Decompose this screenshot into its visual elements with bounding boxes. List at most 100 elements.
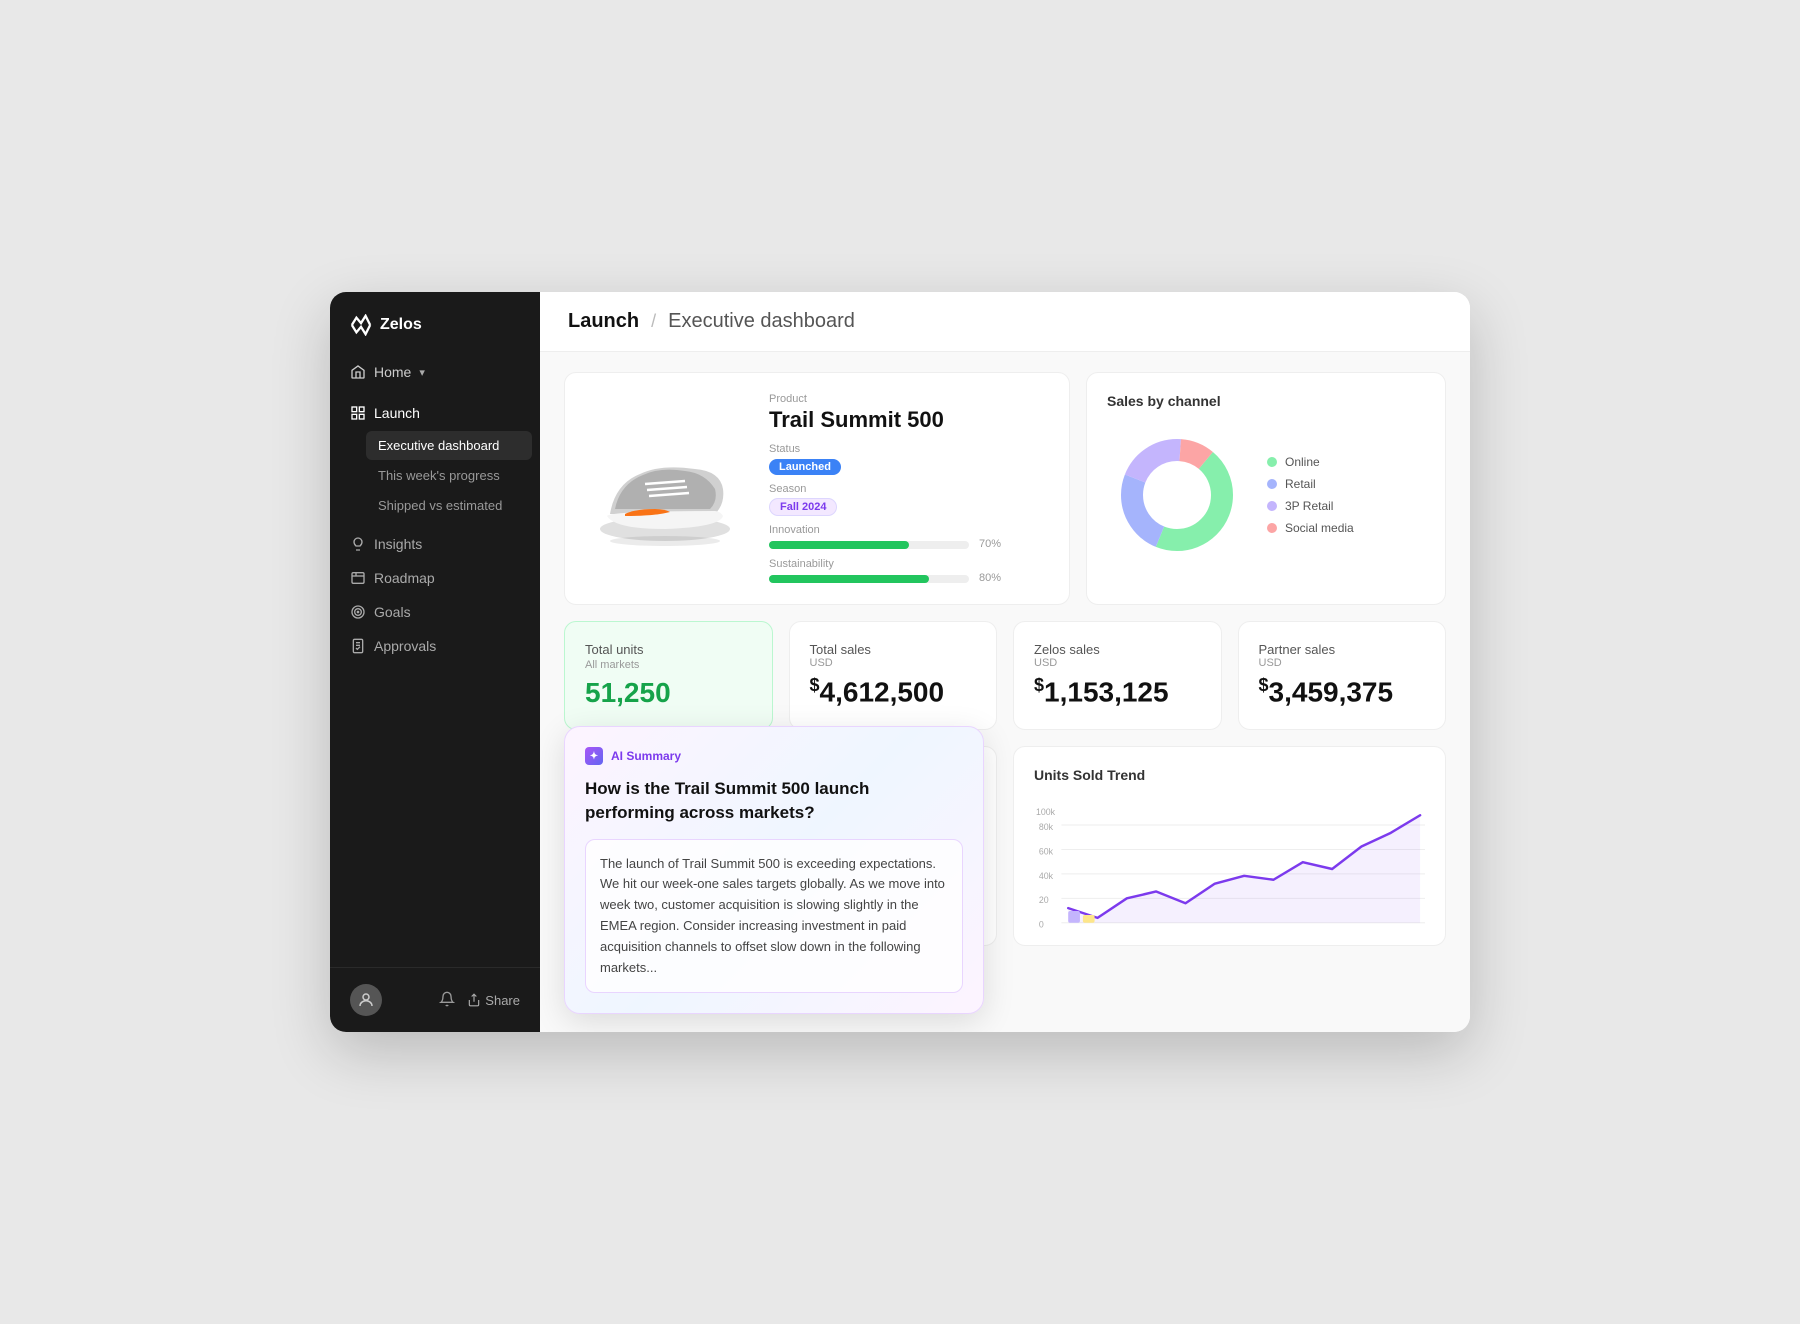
innovation-progress-row: 70% (769, 538, 1049, 550)
approvals-label: Approvals (374, 638, 436, 654)
ai-summary-header: ✦ AI Summary (585, 747, 963, 765)
sustainability-progress-row: 80% (769, 572, 1049, 584)
logo-icon (350, 314, 372, 336)
svg-text:0: 0 (1039, 920, 1044, 930)
sneaker-image (585, 429, 745, 549)
legend-item-online: Online (1267, 455, 1354, 469)
product-card: Product Trail Summit 500 Status Launched… (564, 372, 1070, 605)
ai-answer-box: The launch of Trail Summit 500 is exceed… (585, 839, 963, 994)
ai-icon: ✦ (585, 747, 603, 765)
goals-icon (350, 604, 366, 620)
stat-usd-total-sales: USD (810, 657, 977, 669)
line-chart-title: Units Sold Trend (1034, 767, 1425, 783)
sidebar-item-goals[interactable]: Goals (330, 595, 540, 629)
stat-label-total-units: Total units (585, 642, 752, 657)
sidebar-item-insights[interactable]: Insights (330, 527, 540, 561)
breadcrumb-current: Executive dashboard (668, 310, 855, 333)
approvals-icon (350, 638, 366, 654)
share-label: Share (485, 993, 520, 1008)
svg-text:20: 20 (1039, 895, 1049, 905)
main-content: Launch / Executive dashboard (540, 292, 1470, 1032)
legend-label-3p-retail: 3P Retail (1285, 499, 1333, 513)
season-label: Season (769, 483, 1049, 495)
status-badge: Launched (769, 459, 841, 475)
line-chart-svg: 0 20 40k 60k 80k 100k (1034, 799, 1425, 939)
stat-usd-zelos-sales: USD (1034, 657, 1201, 669)
sidebar-item-launch[interactable]: Launch (330, 396, 540, 430)
goals-label: Goals (374, 604, 411, 620)
charts-row: ✦ AI Summary How is the Trail Summit 500… (564, 746, 1446, 946)
stat-value-partner-sales: $3,459,375 (1259, 675, 1426, 708)
stat-usd-partner-sales: USD (1259, 657, 1426, 669)
topbar: Launch / Executive dashboard (540, 292, 1470, 352)
ai-answer-text: The launch of Trail Summit 500 is exceed… (600, 856, 945, 975)
share-button[interactable]: Share (467, 993, 520, 1008)
roadmap-icon (350, 570, 366, 586)
app-logo: Zelos (330, 292, 540, 354)
home-icon (350, 364, 366, 380)
stat-card-total-units: Total units All markets 51,250 (564, 621, 773, 730)
sidebar: Zelos Home ▾ Launch Executive dashboard … (330, 292, 540, 1032)
innovation-progress-bar (769, 541, 969, 549)
sidebar-sub-launch: Executive dashboard This week's progress… (330, 431, 540, 520)
legend-dot-social (1267, 523, 1277, 533)
ai-summary-popup: ✦ AI Summary How is the Trail Summit 500… (564, 726, 984, 1014)
sustainability-progress-fill (769, 575, 929, 583)
product-label: Product (769, 393, 1049, 405)
sidebar-item-executive-dashboard[interactable]: Executive dashboard (366, 431, 532, 460)
legend-label-online: Online (1285, 455, 1320, 469)
notifications-icon[interactable] (439, 991, 455, 1010)
sidebar-item-shipped-vs-estimated[interactable]: Shipped vs estimated (366, 491, 532, 520)
stat-label-total-sales: Total sales (810, 642, 977, 657)
sidebar-bottom-actions: Share (439, 991, 520, 1010)
svg-text:100k: 100k (1036, 807, 1056, 817)
innovation-label: Innovation (769, 524, 1049, 536)
season-badge: Fall 2024 (769, 498, 837, 516)
legend-item-retail: Retail (1267, 477, 1354, 491)
app-window: Zelos Home ▾ Launch Executive dashboard … (330, 292, 1470, 1032)
sidebar-home[interactable]: Home ▾ (330, 354, 540, 390)
sustainability-label: Sustainability (769, 558, 1049, 570)
launch-label: Launch (374, 405, 420, 421)
sustainability-progress-bar (769, 575, 969, 583)
ai-question: How is the Trail Summit 500 launch perfo… (585, 777, 963, 825)
sidebar-item-weekly-progress[interactable]: This week's progress (366, 461, 532, 490)
donut-chart (1107, 425, 1247, 565)
legend-dot-3p-retail (1267, 501, 1277, 511)
stat-value-zelos-sales: $1,153,125 (1034, 675, 1201, 708)
svg-text:80k: 80k (1039, 822, 1054, 832)
legend-label-social: Social media (1285, 521, 1354, 535)
stat-card-total-sales: Total sales USD $4,612,500 (789, 621, 998, 730)
grid-icon (350, 405, 366, 421)
stat-label-partner-sales: Partner sales (1259, 642, 1426, 657)
content-area: Product Trail Summit 500 Status Launched… (540, 352, 1470, 1032)
innovation-progress-fill (769, 541, 909, 549)
stats-row: Total units All markets 51,250 Total sal… (564, 621, 1446, 730)
sidebar-section-launch: Launch Executive dashboard This week's p… (330, 390, 540, 527)
stat-label-zelos-sales: Zelos sales (1034, 642, 1201, 657)
sidebar-item-approvals[interactable]: Approvals (330, 629, 540, 663)
svg-text:40k: 40k (1039, 871, 1054, 881)
legend-label-retail: Retail (1285, 477, 1316, 491)
sustainability-pct: 80% (979, 572, 1001, 584)
top-row: Product Trail Summit 500 Status Launched… (564, 372, 1446, 605)
line-chart-area: 0 20 40k 60k 80k 100k (1034, 799, 1425, 939)
sidebar-item-roadmap[interactable]: Roadmap (330, 561, 540, 595)
share-icon (467, 993, 481, 1007)
stat-value-total-units: 51,250 (585, 677, 752, 709)
donut-container: Online Retail 3P Retail (1107, 425, 1425, 565)
home-label: Home (374, 364, 411, 380)
stat-sublabel-total-units: All markets (585, 659, 752, 671)
roadmap-label: Roadmap (374, 570, 435, 586)
legend-item-social: Social media (1267, 521, 1354, 535)
avatar[interactable] (350, 984, 382, 1016)
chart-legend: Online Retail 3P Retail (1267, 455, 1354, 535)
breadcrumb-parent: Launch (568, 310, 639, 333)
insights-label: Insights (374, 536, 422, 552)
legend-dot-retail (1267, 479, 1277, 489)
sidebar-bottom: Share (330, 967, 540, 1032)
legend-item-3p-retail: 3P Retail (1267, 499, 1354, 513)
product-image (585, 424, 745, 554)
breadcrumb-separator: / (651, 311, 656, 332)
app-name: Zelos (380, 316, 422, 334)
